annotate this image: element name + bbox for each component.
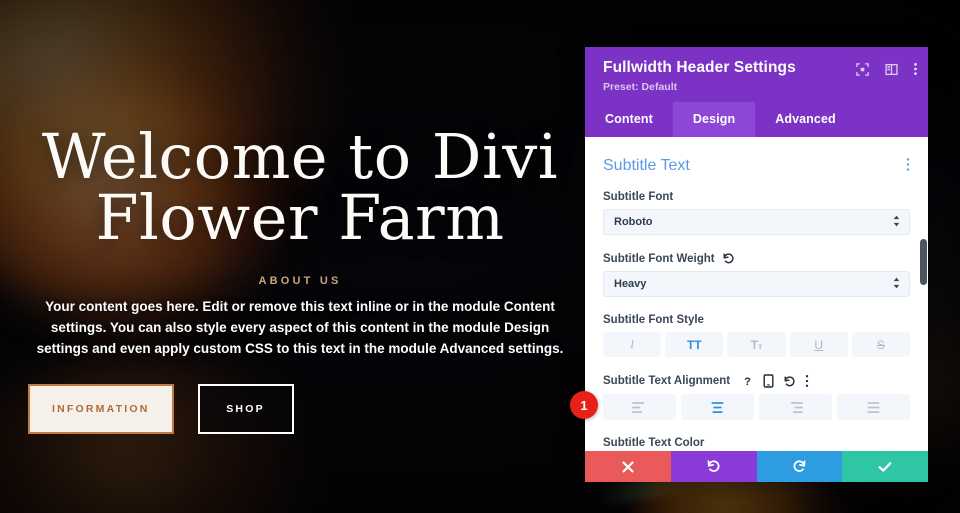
cancel-button[interactable] <box>585 451 671 482</box>
hero-content: Welcome to Divi Flower Farm ABOUT US You… <box>0 0 600 513</box>
hero-button-group: INFORMATION SHOP <box>28 383 294 434</box>
subtitle-text-color-field: Subtitle Text Color <box>603 437 910 449</box>
small-caps-icon: Tᴛ <box>750 337 763 352</box>
settings-scrollbar-thumb[interactable] <box>920 239 927 285</box>
subtitle-font-label: Subtitle Font <box>603 191 674 203</box>
subtitle-font-field: Subtitle Font Roboto <box>603 191 910 235</box>
mobile-icon[interactable] <box>763 374 774 388</box>
subtitle-font-select[interactable]: Roboto <box>603 209 910 235</box>
uppercase-button[interactable]: TT <box>665 332 724 357</box>
subtitle-text-section-header: Subtitle Text <box>603 137 910 191</box>
layout-icon[interactable] <box>884 62 899 80</box>
hero-subtitle: ABOUT US <box>258 274 342 287</box>
step-badge: 1 <box>570 391 598 419</box>
hero-title-line-2: Flower Farm <box>95 181 505 255</box>
settings-modal-header: Fullwidth Header Settings Preset: Defaul… <box>585 47 928 102</box>
reset-icon[interactable] <box>722 252 735 265</box>
more-options-icon[interactable] <box>805 374 809 388</box>
close-icon <box>622 460 634 472</box>
italic-button[interactable]: I <box>603 332 662 357</box>
strikethrough-icon: S <box>876 337 885 352</box>
italic-icon: I <box>630 337 635 351</box>
subtitle-text-alignment-label: Subtitle Text Alignment <box>603 375 731 387</box>
section-more-options-icon[interactable] <box>906 157 910 175</box>
underline-button[interactable]: U <box>789 332 848 357</box>
settings-tabs: Content Design Advanced <box>585 102 928 137</box>
settings-header-actions <box>855 61 918 80</box>
svg-text:?: ? <box>744 376 751 388</box>
subtitle-text-color-label: Subtitle Text Color <box>603 437 705 449</box>
subtitle-font-weight-label-row: Subtitle Font Weight <box>603 252 910 265</box>
page-title: Welcome to Divi Flower Farm <box>42 126 558 249</box>
preset-selector[interactable]: Preset: Default <box>603 81 912 93</box>
redo-icon <box>793 460 806 472</box>
align-right-button[interactable] <box>759 394 832 420</box>
align-center-button[interactable] <box>681 394 754 420</box>
alignment-inline-actions: ? <box>741 374 809 388</box>
align-left-button[interactable] <box>603 394 676 420</box>
save-button[interactable] <box>842 451 928 482</box>
text-alignment-button-group <box>603 394 910 420</box>
align-justify-button[interactable] <box>837 394 910 420</box>
font-style-button-group: I TT Tᴛ U S <box>603 332 911 357</box>
subtitle-font-style-field: Subtitle Font Style I TT Tᴛ U S <box>603 314 911 357</box>
tab-content[interactable]: Content <box>585 102 673 137</box>
hero-body-text: Your content goes here. Edit or remove t… <box>36 298 564 356</box>
subtitle-text-alignment-field: Subtitle Text Alignment ? <box>603 374 910 420</box>
underline-icon: U <box>814 337 824 352</box>
chevron-updown-icon <box>893 215 900 229</box>
subtitle-font-weight-select[interactable]: Heavy <box>603 271 910 297</box>
chevron-updown-icon <box>893 277 900 291</box>
fullscreen-icon[interactable] <box>855 62 870 80</box>
subtitle-font-style-label: Subtitle Font Style <box>603 314 704 326</box>
subtitle-font-weight-field: Subtitle Font Weight Heavy <box>603 252 910 297</box>
subtitle-font-weight-value: Heavy <box>614 278 647 290</box>
more-options-icon[interactable] <box>913 61 918 80</box>
settings-footer-actions <box>585 451 928 482</box>
align-left-icon <box>632 401 645 413</box>
subtitle-font-weight-label: Subtitle Font Weight <box>603 252 715 265</box>
undo-button[interactable] <box>670 451 757 482</box>
reset-icon[interactable] <box>783 375 796 388</box>
information-button[interactable]: INFORMATION <box>28 383 174 434</box>
uppercase-icon: TT <box>686 337 702 352</box>
strikethrough-button[interactable]: S <box>851 332 911 357</box>
section-title: Subtitle Text <box>603 157 690 174</box>
tab-design[interactable]: Design <box>672 102 756 137</box>
subtitle-font-value: Roboto <box>614 216 653 228</box>
align-center-icon <box>711 401 724 413</box>
settings-body: Subtitle Text Subtitle Font Roboto Subti… <box>585 137 928 482</box>
align-right-icon <box>790 401 803 413</box>
redo-button[interactable] <box>756 451 843 482</box>
tab-advanced[interactable]: Advanced <box>755 102 856 137</box>
shop-button[interactable]: SHOP <box>197 383 294 434</box>
subtitle-text-alignment-label-row: Subtitle Text Alignment ? <box>603 374 910 388</box>
undo-icon <box>707 460 720 472</box>
check-icon <box>878 461 892 472</box>
small-caps-button[interactable]: Tᴛ <box>727 332 786 357</box>
align-justify-icon <box>867 401 880 413</box>
help-icon[interactable]: ? <box>741 375 754 388</box>
fullwidth-header-settings-modal: Fullwidth Header Settings Preset: Defaul… <box>585 47 928 482</box>
